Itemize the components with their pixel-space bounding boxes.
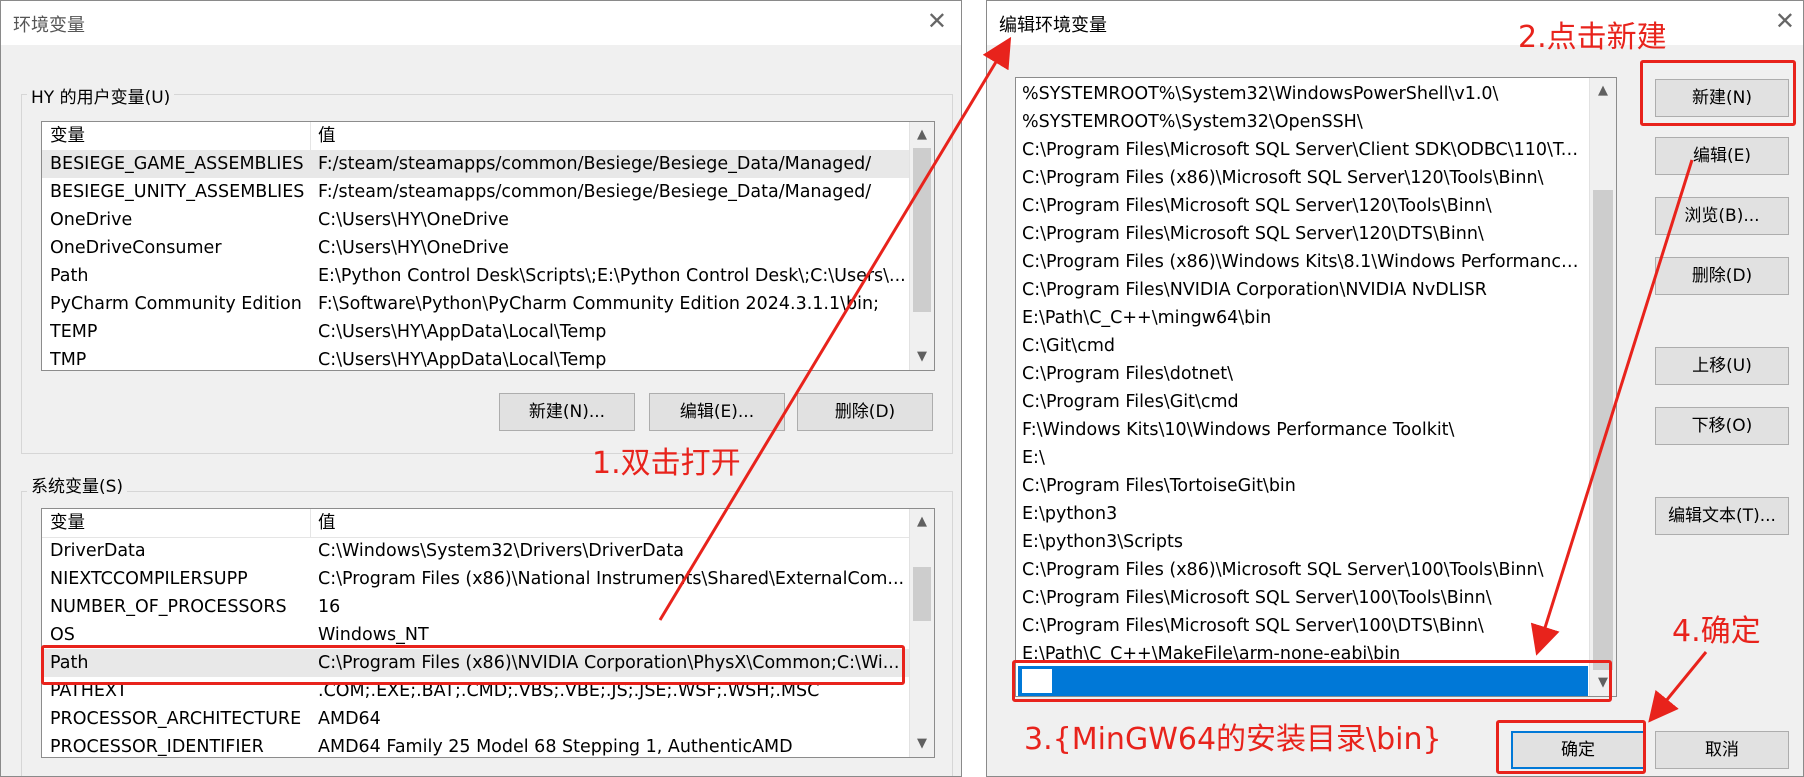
arrow-to-edit-window [658, 36, 1012, 621]
annotation-step1: 1.双击打开 [592, 446, 741, 481]
annotation-step2: 2.点击新建 [1518, 20, 1667, 55]
annotation-step3: 3.{MinGW64的安装目录\bin} [1024, 722, 1442, 757]
arrow-to-new-entry [1530, 159, 1694, 656]
annotation-arrows [658, 36, 1708, 723]
annotation-step4: 4.确定 [1672, 614, 1761, 649]
arrow-to-ok-button [1648, 651, 1708, 723]
